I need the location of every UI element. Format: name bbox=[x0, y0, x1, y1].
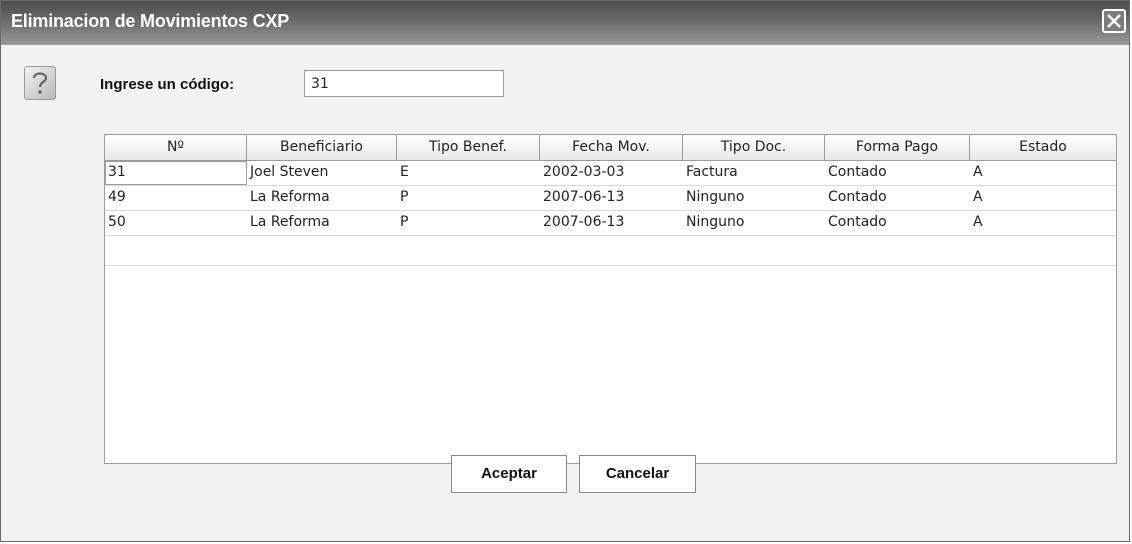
title-bar[interactable]: Eliminacion de Movimientos CXP bbox=[1, 1, 1129, 45]
cell-estado[interactable]: A bbox=[970, 161, 1116, 185]
cell-beneficiario[interactable]: Joel Steven bbox=[247, 161, 397, 185]
column-header-estado[interactable]: Estado bbox=[970, 135, 1116, 161]
movements-table: Nº Beneficiario Tipo Benef. Fecha Mov. T… bbox=[104, 134, 1117, 464]
cell-numero[interactable]: 50 bbox=[105, 211, 247, 235]
cell-tipo-doc[interactable]: Ninguno bbox=[683, 211, 825, 235]
cell-numero[interactable]: 31 bbox=[105, 161, 247, 185]
row-divider bbox=[105, 235, 1116, 236]
cell-tipo-benef[interactable]: P bbox=[397, 211, 540, 235]
column-header-tipo-doc[interactable]: Tipo Doc. bbox=[683, 135, 825, 161]
table-row[interactable]: 49 La Reforma P 2007-06-13 Ninguno Conta… bbox=[105, 186, 1116, 210]
cell-tipo-benef[interactable]: P bbox=[397, 186, 540, 210]
code-input[interactable] bbox=[304, 70, 504, 97]
column-header-beneficiario[interactable]: Beneficiario bbox=[247, 135, 397, 161]
cell-fecha-mov[interactable]: 2002-03-03 bbox=[540, 161, 683, 185]
accept-button[interactable]: Aceptar bbox=[451, 455, 567, 493]
cell-tipo-doc[interactable]: Factura bbox=[683, 161, 825, 185]
close-icon bbox=[1107, 14, 1121, 28]
column-header-tipo-benef[interactable]: Tipo Benef. bbox=[397, 135, 540, 161]
cell-beneficiario[interactable]: La Reforma bbox=[247, 211, 397, 235]
cell-forma-pago[interactable]: Contado bbox=[825, 186, 970, 210]
table-header: Nº Beneficiario Tipo Benef. Fecha Mov. T… bbox=[105, 135, 1116, 161]
cell-beneficiario[interactable]: La Reforma bbox=[247, 186, 397, 210]
column-header-fecha-mov[interactable]: Fecha Mov. bbox=[540, 135, 683, 161]
table-row[interactable]: 50 La Reforma P 2007-06-13 Ninguno Conta… bbox=[105, 211, 1116, 235]
cell-forma-pago[interactable]: Contado bbox=[825, 161, 970, 185]
row-divider bbox=[105, 265, 1116, 266]
dialog-window: Eliminacion de Movimientos CXP Ingrese u… bbox=[0, 0, 1130, 542]
code-label: Ingrese un código: bbox=[100, 76, 235, 93]
window-title: Eliminacion de Movimientos CXP bbox=[11, 11, 290, 31]
table-row[interactable]: 31 Joel Steven E 2002-03-03 Factura Cont… bbox=[105, 161, 1116, 185]
question-icon bbox=[24, 66, 56, 100]
column-header-numero[interactable]: Nº bbox=[105, 135, 247, 161]
cell-tipo-doc[interactable]: Ninguno bbox=[683, 186, 825, 210]
cell-estado[interactable]: A bbox=[970, 211, 1116, 235]
cell-fecha-mov[interactable]: 2007-06-13 bbox=[540, 186, 683, 210]
column-header-forma-pago[interactable]: Forma Pago bbox=[825, 135, 970, 161]
cell-numero[interactable]: 49 bbox=[105, 186, 247, 210]
cell-forma-pago[interactable]: Contado bbox=[825, 211, 970, 235]
cancel-button[interactable]: Cancelar bbox=[579, 455, 696, 493]
close-button[interactable] bbox=[1102, 9, 1126, 33]
cell-tipo-benef[interactable]: E bbox=[397, 161, 540, 185]
dialog-content: Ingrese un código: Nº Beneficiario Tipo … bbox=[1, 45, 1129, 541]
cell-estado[interactable]: A bbox=[970, 186, 1116, 210]
cell-fecha-mov[interactable]: 2007-06-13 bbox=[540, 211, 683, 235]
